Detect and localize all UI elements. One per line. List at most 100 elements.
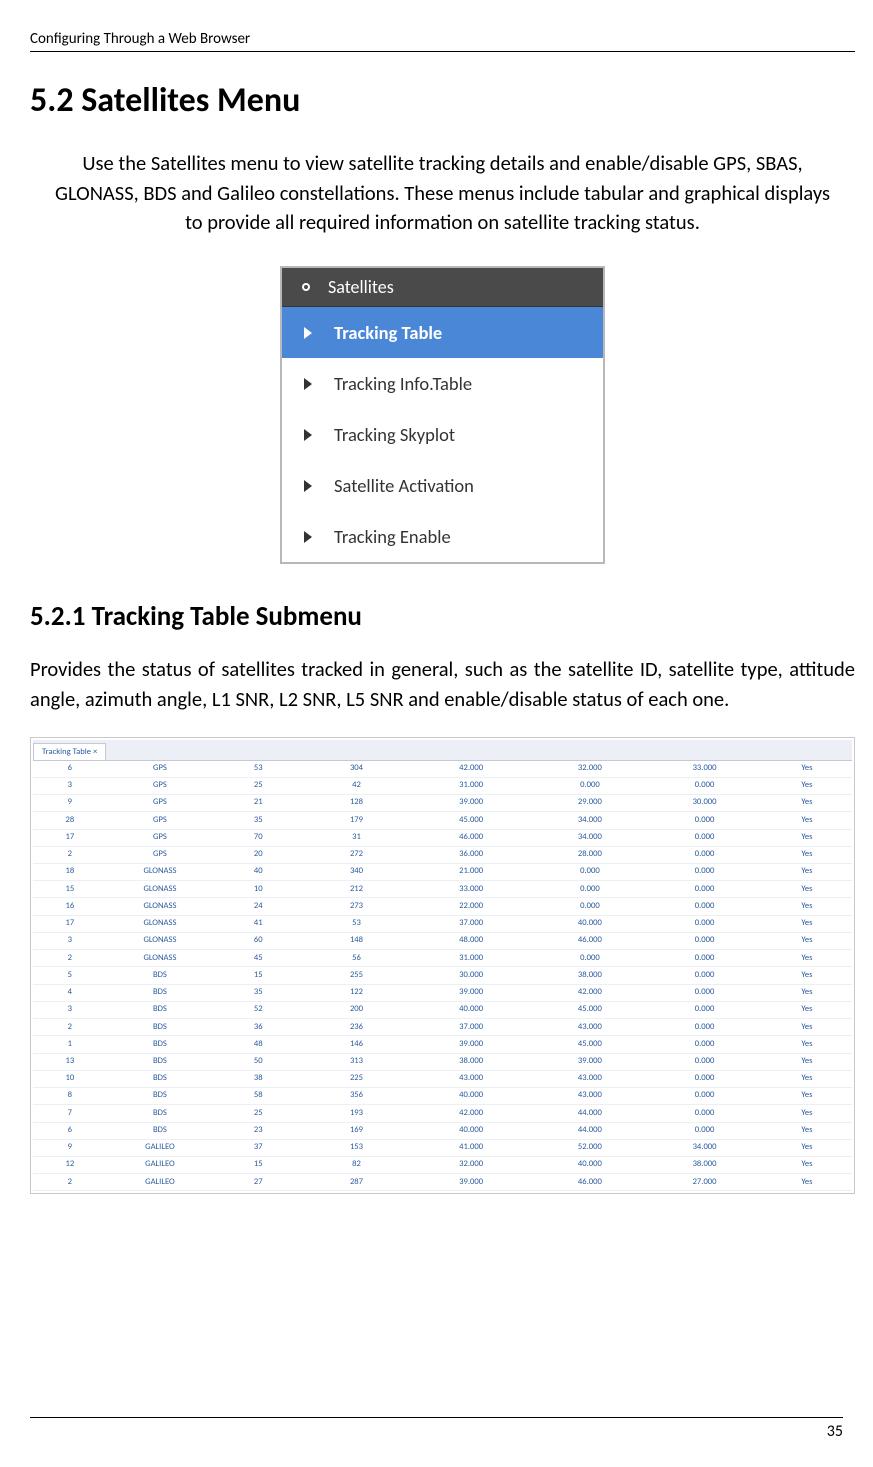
table-cell: 153	[303, 1139, 409, 1156]
table-cell: 0.000	[647, 984, 762, 1001]
table-row: 28GPS3517945.00034.0000.000Yes	[33, 812, 852, 829]
table-cell: 39.000	[410, 1174, 533, 1191]
table-cell: Yes	[762, 1105, 852, 1122]
chevron-right-icon	[304, 378, 312, 390]
table-cell: BDS	[107, 1053, 213, 1070]
table-cell: 15	[213, 967, 303, 984]
table-cell: 4	[33, 984, 107, 1001]
table-cell: 0.000	[647, 950, 762, 967]
table-row: 10BDS3822543.00043.0000.000Yes	[33, 1070, 852, 1087]
table-cell: 30.000	[410, 967, 533, 984]
table-cell: Yes	[762, 1156, 852, 1173]
table-cell: 24	[213, 898, 303, 915]
table-cell: 43.000	[533, 1070, 648, 1087]
table-cell: 40.000	[533, 1156, 648, 1173]
table-row: 3GLONASS6014848.00046.0000.000Yes	[33, 932, 852, 949]
table-cell: 7	[33, 1105, 107, 1122]
table-cell: Yes	[762, 795, 852, 812]
table-cell: Yes	[762, 1174, 852, 1191]
table-row: 9GPS2112839.00029.00030.000Yes	[33, 795, 852, 812]
table-cell: Yes	[762, 984, 852, 1001]
table-cell: 0.000	[647, 1001, 762, 1018]
table-row: 9GALILEO3715341.00052.00034.000Yes	[33, 1139, 852, 1156]
table-cell: 43.000	[533, 1019, 648, 1036]
table-cell: 29.000	[533, 795, 648, 812]
table-cell: 0.000	[647, 1122, 762, 1139]
table-cell: BDS	[107, 1105, 213, 1122]
menu-item-satellite-activation[interactable]: Satellite Activation	[282, 460, 603, 511]
table-cell: 39.000	[410, 795, 533, 812]
table-cell: BDS	[107, 1088, 213, 1105]
menu-item-tracking-table[interactable]: Tracking Table	[282, 307, 603, 358]
table-cell: 0.000	[647, 777, 762, 794]
table-cell: 0.000	[647, 1088, 762, 1105]
table-row: 18GLONASS4034021.0000.0000.000Yes	[33, 864, 852, 881]
table-cell: GPS	[107, 761, 213, 778]
table-cell: 3	[33, 932, 107, 949]
table-cell: 43.000	[533, 1088, 648, 1105]
table-cell: 0.000	[647, 864, 762, 881]
table-cell: Yes	[762, 967, 852, 984]
header-text: Configuring Through a Web Browser	[30, 30, 250, 48]
table-cell: 15	[33, 881, 107, 898]
table-cell: 30.000	[647, 795, 762, 812]
table-cell: 21	[213, 795, 303, 812]
table-cell: 0.000	[533, 881, 648, 898]
table-cell: 42	[303, 777, 409, 794]
table-cell: 10	[213, 881, 303, 898]
table-cell: 52.000	[533, 1139, 648, 1156]
menu-header-icon	[302, 283, 310, 291]
table-cell: 45.000	[410, 812, 533, 829]
table-row: 2BDS3623637.00043.0000.000Yes	[33, 1019, 852, 1036]
table-row: 13BDS5031338.00039.0000.000Yes	[33, 1053, 852, 1070]
table-cell: 46.000	[533, 1174, 648, 1191]
table-cell: 236	[303, 1019, 409, 1036]
table-cell: Yes	[762, 1088, 852, 1105]
table-cell: 27	[213, 1174, 303, 1191]
table-cell: 0.000	[647, 1036, 762, 1053]
tab-tracking-table[interactable]: Tracking Table ×	[33, 743, 106, 760]
page-footer: 35	[30, 1417, 843, 1441]
table-cell: GPS	[107, 846, 213, 863]
table-cell: GLONASS	[107, 932, 213, 949]
table-cell: Yes	[762, 1122, 852, 1139]
table-cell: 273	[303, 898, 409, 915]
table-cell: GPS	[107, 777, 213, 794]
table-row: 2GLONASS455631.0000.0000.000Yes	[33, 950, 852, 967]
table-cell: 27.000	[647, 1174, 762, 1191]
section-intro: Use the Satellites menu to view satellit…	[34, 149, 851, 238]
table-cell: 0.000	[647, 1070, 762, 1087]
table-cell: 40.000	[410, 1122, 533, 1139]
table-cell: 0.000	[647, 967, 762, 984]
table-cell: 48.000	[410, 932, 533, 949]
table-cell: 8	[33, 1088, 107, 1105]
tab-bar: Tracking Table ×	[33, 740, 852, 761]
table-cell: Yes	[762, 1070, 852, 1087]
table-cell: 41.000	[410, 1139, 533, 1156]
table-cell: 36	[213, 1019, 303, 1036]
table-row: 6BDS2316940.00044.0000.000Yes	[33, 1122, 852, 1139]
table-cell: 38.000	[647, 1156, 762, 1173]
table-cell: 40.000	[533, 915, 648, 932]
menu-item-tracking-enable[interactable]: Tracking Enable	[282, 511, 603, 562]
table-cell: 313	[303, 1053, 409, 1070]
table-cell: 35	[213, 984, 303, 1001]
subsection-body: Provides the status of satellites tracke…	[30, 655, 855, 714]
table-cell: 0.000	[647, 829, 762, 846]
menu-item-tracking-info-table[interactable]: Tracking Info.Table	[282, 358, 603, 409]
menu-item-tracking-skyplot[interactable]: Tracking Skyplot	[282, 409, 603, 460]
table-cell: 179	[303, 812, 409, 829]
table-cell: 45.000	[533, 1001, 648, 1018]
table-cell: 23	[213, 1122, 303, 1139]
table-cell: 3	[33, 1001, 107, 1018]
table-cell: 34.000	[647, 1139, 762, 1156]
table-cell: 39.000	[410, 984, 533, 1001]
satellites-menu-figure: Satellites Tracking TableTracking Info.T…	[280, 266, 605, 564]
table-row: 12GALILEO158232.00040.00038.000Yes	[33, 1156, 852, 1173]
table-cell: 0.000	[647, 932, 762, 949]
tracking-data-table: 6GPS5330442.00032.00033.000Yes3GPS254231…	[33, 761, 852, 1192]
table-cell: 128	[303, 795, 409, 812]
section-title: 5.2 Satellites Menu	[30, 80, 855, 121]
table-cell: 3	[33, 777, 107, 794]
table-cell: 9	[33, 1139, 107, 1156]
